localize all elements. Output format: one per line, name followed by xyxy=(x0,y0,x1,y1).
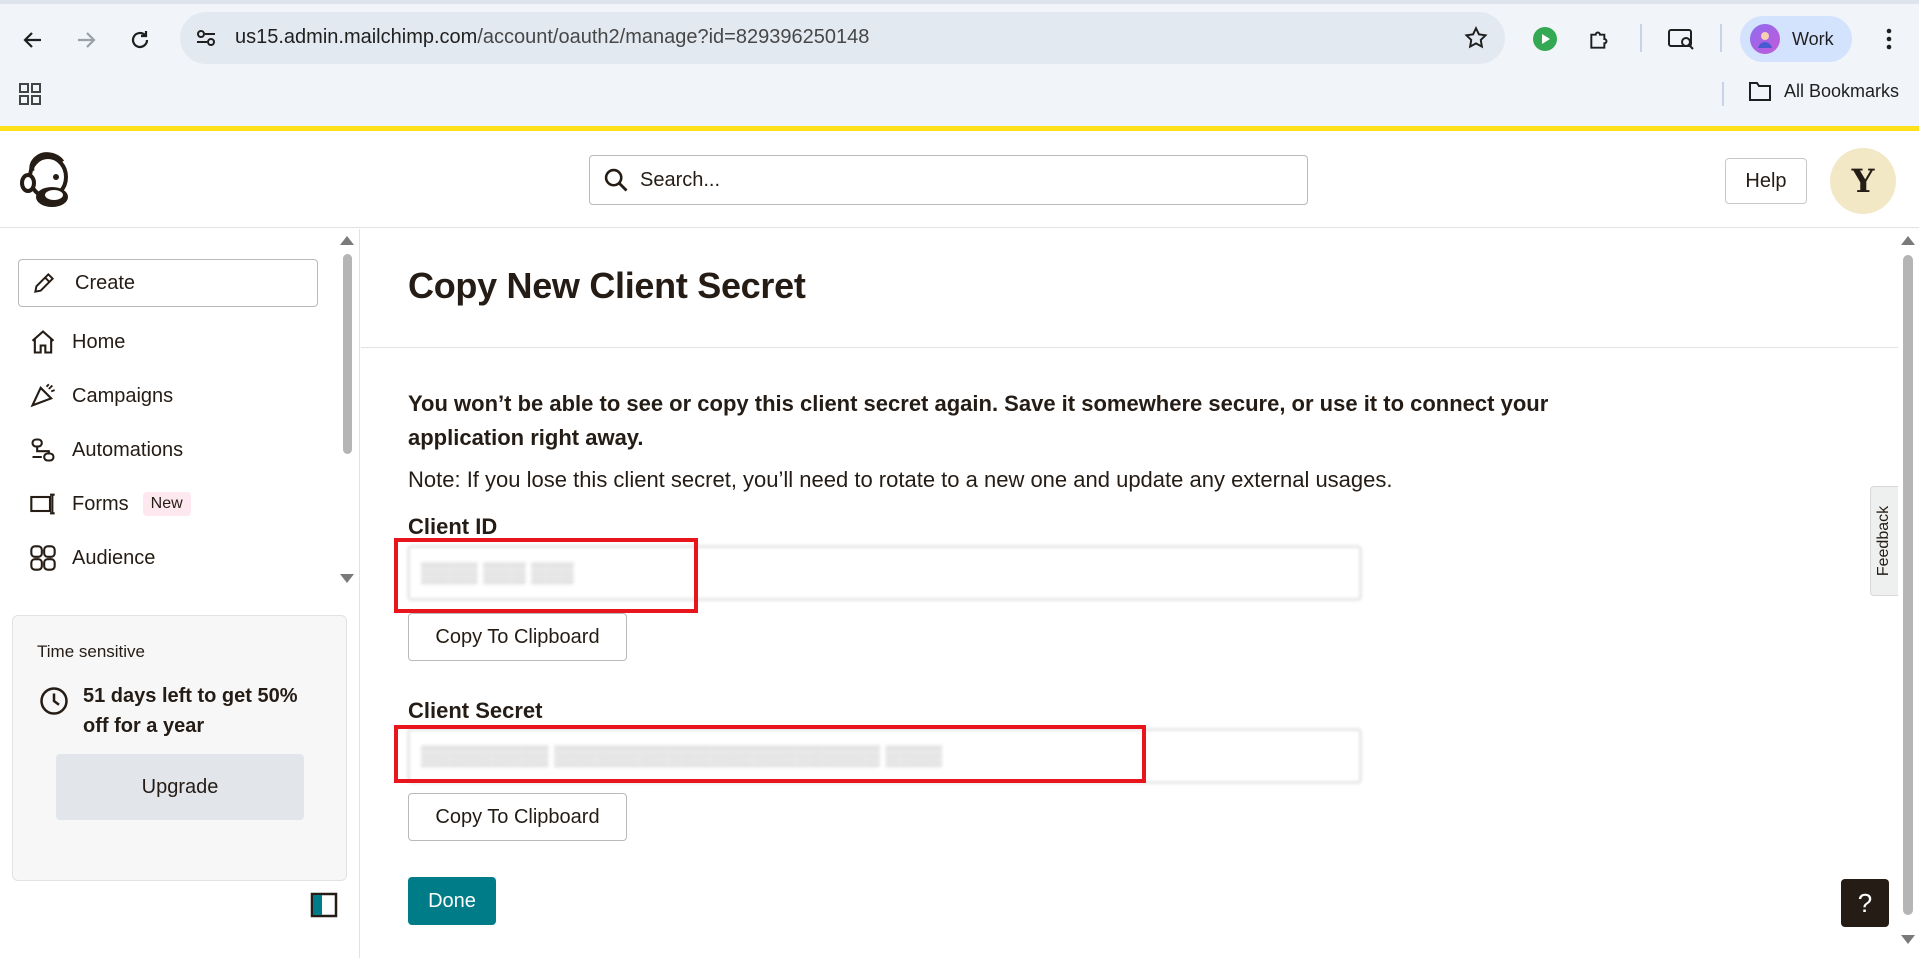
upgrade-button[interactable]: Upgrade xyxy=(56,754,304,820)
apps-grid-icon[interactable] xyxy=(18,82,42,106)
main-scrollbar-thumb[interactable] xyxy=(1903,255,1913,915)
tab-strip xyxy=(0,0,1919,4)
client-id-highlight-box xyxy=(394,538,698,613)
promo-offer-text: 51 days left to get 50% off for a year xyxy=(83,685,298,737)
sidebar-scrollbar-thumb[interactable] xyxy=(343,254,352,454)
sidebar-scroll-down[interactable] xyxy=(340,574,354,583)
search-icon xyxy=(604,168,628,192)
back-button[interactable] xyxy=(15,22,51,58)
sidebar-item-audience[interactable]: Audience xyxy=(28,540,155,576)
create-label: Create xyxy=(75,271,136,294)
mailchimp-logo-icon[interactable] xyxy=(18,151,76,211)
address-bar[interactable]: us15.admin.mailchimp.com/account/oauth2/… xyxy=(180,12,1505,64)
home-icon xyxy=(28,327,58,357)
search-input[interactable]: Search... xyxy=(589,155,1308,205)
feedback-tab[interactable]: Feedback xyxy=(1870,486,1898,596)
reload-button[interactable] xyxy=(122,22,158,58)
note-text: Note: If you lose this client secret, yo… xyxy=(408,467,1393,492)
reload-icon xyxy=(131,31,149,49)
promo-title: Time sensitive xyxy=(37,642,146,661)
sidebar-item-automations[interactable]: Automations xyxy=(28,432,183,468)
sidebar-item-forms[interactable]: Forms New xyxy=(28,486,191,522)
site-settings-icon[interactable] xyxy=(194,26,218,50)
main-scroll-down[interactable] xyxy=(1901,935,1915,944)
forward-button[interactable] xyxy=(68,22,104,58)
sidebar-item-label: Automations xyxy=(72,438,184,461)
profile-avatar xyxy=(1750,24,1780,54)
sidebar-item-home[interactable]: Home xyxy=(28,324,125,360)
browser-chrome: us15.admin.mailchimp.com/account/oauth2/… xyxy=(0,0,1919,128)
browser-menu-icon[interactable] xyxy=(1874,24,1904,54)
new-badge: New xyxy=(142,492,191,516)
client-secret-label: Client Secret xyxy=(408,698,543,723)
main-content: Copy New Client Secret You won’t be able… xyxy=(361,229,1915,958)
help-button[interactable]: Help xyxy=(1725,158,1807,204)
sidebar-item-campaigns[interactable]: Campaigns xyxy=(28,378,173,414)
clock-icon xyxy=(40,687,68,715)
bookmarks-separator xyxy=(1722,82,1724,106)
warning-text: You won’t be able to see or copy this cl… xyxy=(408,391,1549,450)
bookmark-star-icon[interactable] xyxy=(1463,25,1489,51)
url-text[interactable]: us15.admin.mailchimp.com/account/oauth2/… xyxy=(235,26,869,49)
create-button[interactable]: Create xyxy=(18,259,318,307)
sidebar-item-label: Forms xyxy=(72,492,129,515)
extensions-puzzle-icon[interactable] xyxy=(1585,24,1615,54)
client-secret-highlight-box xyxy=(394,725,1146,783)
pencil-icon xyxy=(34,272,55,293)
folder-icon xyxy=(1749,82,1771,101)
sidebar-item-label: Campaigns xyxy=(72,384,174,407)
sidebar-item-label: Audience xyxy=(72,546,156,569)
forward-arrow-icon xyxy=(78,32,96,48)
toolbar-separator xyxy=(1720,24,1722,52)
copy-client-id-button[interactable]: Copy To Clipboard xyxy=(408,613,627,661)
upgrade-promo-card: Time sensitive 51 days left to get 50% o… xyxy=(12,615,347,881)
all-bookmarks-button[interactable]: All Bookmarks xyxy=(1748,80,1899,102)
sidebar-item-label: Home xyxy=(72,330,126,353)
profile-button[interactable]: Work xyxy=(1740,16,1852,62)
main-scroll-up[interactable] xyxy=(1901,236,1915,245)
profile-name: Work xyxy=(1792,28,1834,49)
back-arrow-icon xyxy=(23,32,41,48)
url-host: us15.admin.mailchimp.com xyxy=(235,26,478,48)
automation-icon xyxy=(28,435,58,465)
app-header: Search... Help Y xyxy=(0,131,1919,228)
url-path: /account/oauth2/manage?id=829396250148 xyxy=(477,26,870,48)
extension-play-icon[interactable] xyxy=(1530,24,1560,54)
collapse-sidebar-icon[interactable] xyxy=(310,892,338,918)
page-title: Copy New Client Secret xyxy=(408,265,806,306)
all-bookmarks-label: All Bookmarks xyxy=(1784,80,1900,101)
feedback-label: Feedback xyxy=(1875,505,1893,577)
copy-client-secret-button[interactable]: Copy To Clipboard xyxy=(408,793,627,841)
user-avatar[interactable]: Y xyxy=(1830,148,1896,214)
client-id-label: Client ID xyxy=(408,514,498,539)
megaphone-icon xyxy=(28,381,58,411)
screen-search-icon[interactable] xyxy=(1666,24,1696,54)
done-button[interactable]: Done xyxy=(408,877,496,925)
forms-icon xyxy=(28,489,58,519)
title-divider xyxy=(361,347,1898,348)
toolbar-separator xyxy=(1640,24,1642,52)
audience-icon xyxy=(28,543,58,573)
help-fab-button[interactable]: ? xyxy=(1841,879,1889,927)
sidebar: Create Home Campaigns Automations Forms … xyxy=(0,229,360,958)
search-placeholder: Search... xyxy=(640,168,721,191)
sidebar-scroll-up[interactable] xyxy=(340,236,354,245)
